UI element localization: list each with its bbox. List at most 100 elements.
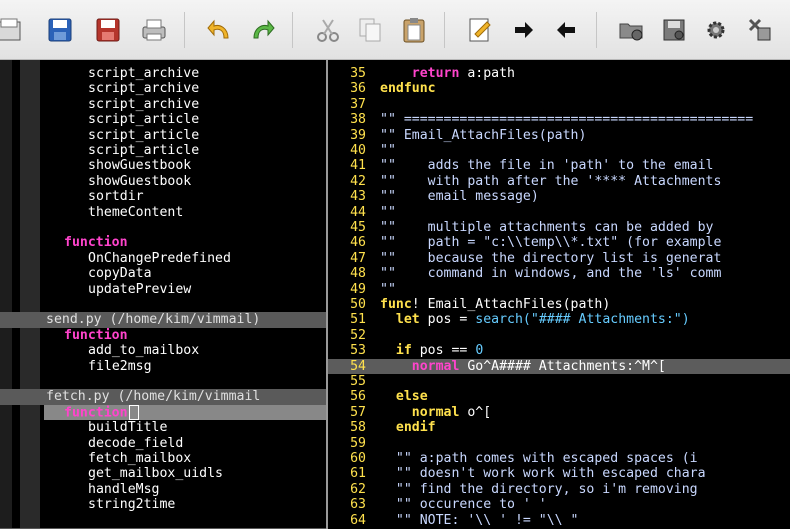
toolbar-separator xyxy=(292,12,293,48)
line-number: 61 xyxy=(350,466,366,482)
redo-icon[interactable] xyxy=(246,14,278,46)
line-number: 52 xyxy=(350,327,366,343)
taglist-tag-label: showGuestbook xyxy=(88,173,192,189)
taglist-tag-item[interactable]: OnChangePredefined xyxy=(88,251,231,266)
taglist-tag-label: add_to_mailbox xyxy=(88,343,200,359)
code-comment: "" Email_AttachFiles(path) xyxy=(380,127,587,143)
code-line[interactable]: "" find the directory, so i'm removing xyxy=(380,482,698,497)
taglist-tag-item[interactable]: get_mailbox_uidls xyxy=(88,466,223,481)
code-comment: "" NOTE: '\\ ' != "\\ " xyxy=(380,512,579,528)
save-all-icon[interactable] xyxy=(92,14,124,46)
code-line[interactable]: normal o^[ xyxy=(380,405,491,420)
taglist-tag-item[interactable]: decode_field xyxy=(88,436,183,451)
taglist-tag-item[interactable]: file2msg xyxy=(88,359,152,374)
code-line[interactable]: "" xyxy=(380,205,396,220)
print-icon[interactable] xyxy=(138,14,170,46)
line-number: 56 xyxy=(350,389,366,405)
code-line[interactable]: endif xyxy=(380,420,436,435)
taglist-tag-item[interactable]: sortdir xyxy=(88,189,144,204)
text-cursor xyxy=(128,404,139,420)
code-line[interactable]: "" email message) xyxy=(380,189,539,204)
taglist-tag-label: fetch_mailbox xyxy=(88,451,192,466)
copy-icon[interactable] xyxy=(354,14,386,46)
save-session-icon[interactable] xyxy=(658,14,690,46)
code-line[interactable]: normal Go^A#### Attachments:^M^[ xyxy=(380,359,666,374)
taglist-tag-item[interactable]: themeContent xyxy=(88,205,183,220)
code-comment: "" command in windows, and the 'ls' comm xyxy=(380,266,722,282)
line-number: 47 xyxy=(350,250,366,266)
code-line[interactable]: func! Email_AttachFiles(path) xyxy=(380,297,610,312)
taglist-tag-item[interactable]: script_article xyxy=(88,112,199,127)
find-replace-icon[interactable] xyxy=(464,14,496,46)
code-line[interactable]: "" NOTE: '\\ ' != "\\ " xyxy=(380,513,579,528)
taglist-tag-label: script_archive xyxy=(88,66,200,81)
toolbar-separator xyxy=(596,12,597,48)
forward-icon[interactable] xyxy=(508,14,540,46)
code-line[interactable]: "" command in windows, and the 'ls' comm xyxy=(380,266,721,281)
taglist-tag-item[interactable]: script_article xyxy=(88,128,199,143)
code-line[interactable]: return a:path xyxy=(380,66,515,81)
taglist-tag-item[interactable]: updatePreview xyxy=(88,282,191,297)
back-icon[interactable] xyxy=(550,14,582,46)
code-line[interactable]: "" path = "c:\\temp\\*.txt" (for example xyxy=(380,235,721,250)
taglist-tag-item[interactable]: script_archive xyxy=(88,97,199,112)
code-line[interactable]: "" with path after the '**** Attachments xyxy=(380,174,721,189)
code-line[interactable]: "" xyxy=(380,282,396,297)
code-keyword: let xyxy=(395,312,420,328)
taglist-tag-item[interactable]: script_archive xyxy=(88,66,199,81)
make-icon[interactable] xyxy=(744,14,776,46)
code-keyword: if xyxy=(395,343,412,359)
code-line[interactable]: "" multiple attachments can be added by xyxy=(380,220,713,235)
code-text: pos = xyxy=(419,312,476,328)
line-number: 48 xyxy=(350,266,366,282)
code-line[interactable]: "" adds the file in 'path' to the email xyxy=(380,158,713,173)
code-line[interactable]: "" Email_AttachFiles(path) xyxy=(380,128,586,143)
taglist-tag-item[interactable]: handleMsg xyxy=(88,482,159,497)
taglist-tag-item[interactable]: script_article xyxy=(88,143,199,158)
code-line[interactable]: else xyxy=(380,389,428,404)
code-line[interactable]: "" because the directory list is generat xyxy=(380,251,721,266)
taglist-kind-header[interactable]: function xyxy=(64,235,128,250)
taglist-tag-item[interactable]: showGuestbook xyxy=(88,174,191,189)
code-line[interactable]: "" xyxy=(380,143,396,158)
code-text: Go^A#### Attachments:^M^[ xyxy=(459,358,666,374)
taglist-tag-label: script_article xyxy=(88,143,200,158)
taglist-file-header[interactable]: send.py (/home/kim/vimmail) xyxy=(0,312,328,328)
run-script-icon[interactable] xyxy=(700,14,732,46)
taglist-tag-item[interactable]: string2time xyxy=(88,497,175,512)
taglist-tag-label: handleMsg xyxy=(88,481,160,497)
taglist-pane[interactable]: script_archive script_archive script_archi… xyxy=(0,60,328,529)
open-icon[interactable] xyxy=(0,14,26,46)
save-icon[interactable] xyxy=(44,14,76,46)
code-line[interactable]: if pos == 0 xyxy=(380,343,483,358)
editor-pane[interactable]: 35 return a:path 36 endfunc 37 38 "" ========… xyxy=(328,60,790,529)
line-number: 38 xyxy=(350,112,366,128)
code-line[interactable]: let pos = search("#### Attachments:") xyxy=(380,312,690,327)
taglist-tag-item[interactable]: add_to_mailbox xyxy=(88,343,199,358)
code-keyword: return xyxy=(411,66,460,81)
taglist-tag-label: showGuestbook xyxy=(88,158,192,174)
code-comment: "" adds the file in 'path' to the email xyxy=(380,158,714,174)
cut-icon[interactable] xyxy=(312,14,344,46)
load-session-icon[interactable] xyxy=(616,14,648,46)
taglist-tag-item[interactable]: fetch_mailbox xyxy=(88,451,191,466)
taglist-tag-item[interactable]: script_archive xyxy=(88,81,199,96)
line-number: 58 xyxy=(350,420,366,436)
code-line[interactable]: "" occurence to ' ' xyxy=(380,497,547,512)
taglist-kind-header[interactable]: function xyxy=(64,404,139,420)
taglist-tag-item[interactable]: copyData xyxy=(88,266,152,281)
taglist-tag-item[interactable]: showGuestbook xyxy=(88,158,191,173)
code-line[interactable]: "" a:path comes with escaped spaces (i xyxy=(380,451,698,466)
code-line[interactable]: "" =====================================… xyxy=(380,112,753,127)
toolbar-separator xyxy=(184,12,185,48)
code-line[interactable]: "" doesn't work work with escaped chara xyxy=(380,466,706,481)
paste-icon[interactable] xyxy=(398,14,430,46)
line-number: 55 xyxy=(350,374,366,389)
code-comment: "" xyxy=(380,281,396,297)
undo-icon[interactable] xyxy=(204,14,236,46)
taglist-file-header[interactable]: fetch.py (/home/kim/vimmail xyxy=(0,389,328,405)
taglist-tag-item[interactable]: buildTitle xyxy=(88,420,167,435)
taglist-kind-header[interactable]: function xyxy=(64,328,128,343)
code-line[interactable]: endfunc xyxy=(380,81,436,96)
